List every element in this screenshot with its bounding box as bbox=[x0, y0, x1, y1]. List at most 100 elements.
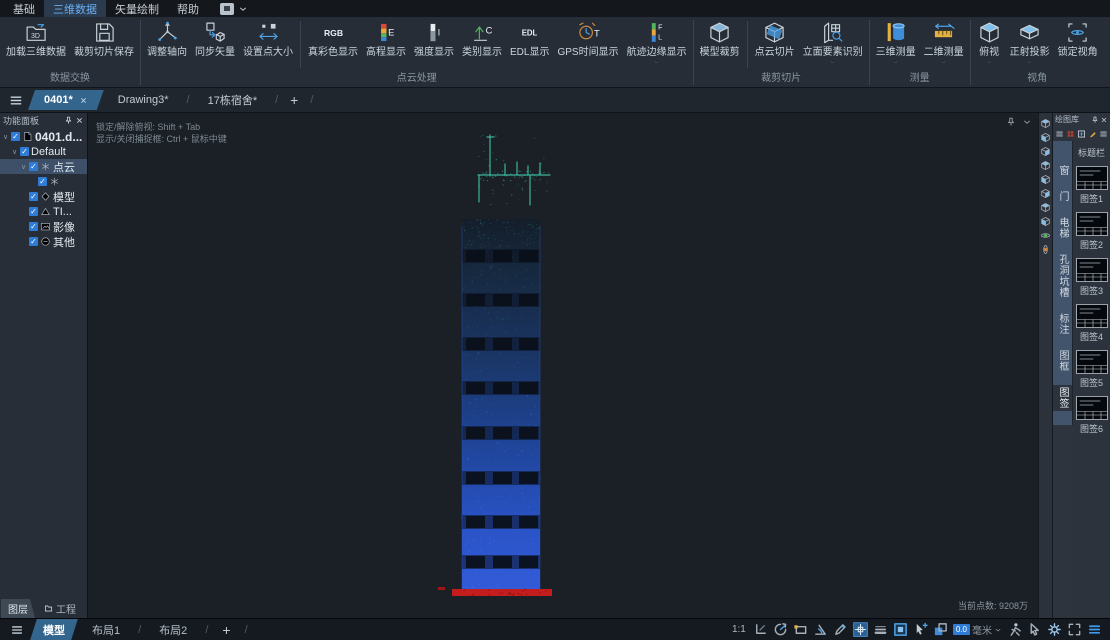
object-snap-toggle[interactable] bbox=[793, 622, 808, 637]
tree-expand-icon[interactable]: ∨ bbox=[11, 148, 18, 156]
new-tab-button[interactable]: + bbox=[284, 92, 304, 108]
units-selector[interactable]: 0.0毫米 bbox=[953, 622, 1002, 637]
chevron-down-icon[interactable] bbox=[238, 4, 248, 14]
rgb-button[interactable]: RGB真彩色显示 bbox=[304, 17, 362, 72]
list-icon[interactable] bbox=[1099, 129, 1108, 139]
block-red-icon[interactable] bbox=[1066, 129, 1075, 139]
cube-right-view-icon[interactable] bbox=[1040, 146, 1051, 157]
elevation-button[interactable]: E高程显示 bbox=[362, 17, 410, 72]
facade-detect-button[interactable]: 立面要素识别 bbox=[799, 17, 867, 72]
checkbox[interactable]: ✓ bbox=[29, 237, 38, 246]
document-tab-0[interactable]: 0401* bbox=[28, 90, 104, 110]
category-3[interactable]: 孔洞坑槽 bbox=[1053, 252, 1072, 300]
category-1[interactable]: 门 bbox=[1053, 189, 1072, 204]
layout-tab-1[interactable]: 布局1 bbox=[82, 620, 130, 640]
panel-tab-0[interactable]: 图层 bbox=[1, 599, 35, 618]
tree-row[interactable]: ✓TI... bbox=[0, 204, 87, 219]
viewport-pin-icon[interactable] bbox=[1006, 117, 1016, 127]
tree-row[interactable]: ✓模型 bbox=[0, 189, 87, 204]
viewport-box-toggle[interactable] bbox=[893, 622, 908, 637]
panel-tab-1[interactable]: 工程 bbox=[37, 599, 83, 618]
chevron-down-icon[interactable] bbox=[1022, 117, 1032, 127]
cube-bottom-view-icon[interactable] bbox=[1040, 188, 1051, 199]
menu-item-2[interactable]: 矢量绘制 bbox=[106, 0, 168, 17]
hamburger-icon[interactable] bbox=[6, 93, 26, 108]
close-icon[interactable] bbox=[79, 96, 88, 105]
menu-item-3[interactable]: 帮助 bbox=[168, 0, 208, 17]
settings-toggle[interactable] bbox=[1047, 622, 1062, 637]
add-block-icon[interactable] bbox=[1077, 129, 1086, 139]
runner-toggle[interactable] bbox=[1007, 622, 1022, 637]
block-thumbnail[interactable] bbox=[1076, 212, 1108, 236]
block-thumbnail[interactable] bbox=[1076, 258, 1108, 282]
checkbox[interactable]: ✓ bbox=[11, 132, 20, 141]
cube-se-iso-view-icon[interactable] bbox=[1040, 216, 1051, 227]
select-cursor-toggle[interactable] bbox=[1027, 622, 1042, 637]
track-edge-button[interactable]: FL航迹边缘显示 bbox=[623, 17, 691, 72]
angle-snap-toggle[interactable] bbox=[813, 622, 828, 637]
layout-tab-0[interactable]: 模型 bbox=[30, 619, 78, 640]
new-layout-button[interactable]: + bbox=[216, 622, 236, 638]
category-2[interactable]: 电梯 bbox=[1053, 215, 1072, 241]
document-tab-2[interactable]: 17栋宿舍* bbox=[196, 90, 270, 110]
tree-row[interactable]: ✓ bbox=[0, 174, 87, 189]
cube-top-view-icon[interactable] bbox=[1040, 118, 1051, 129]
lock-view-button[interactable]: 锁定视角 bbox=[1054, 17, 1102, 72]
checkbox[interactable]: ✓ bbox=[29, 192, 38, 201]
block-thumbnail[interactable] bbox=[1076, 166, 1108, 190]
category-5[interactable]: 图框 bbox=[1053, 348, 1072, 374]
checkbox[interactable]: ✓ bbox=[29, 162, 38, 171]
cube-sw-iso-view-icon[interactable] bbox=[1040, 202, 1051, 213]
block-thumbnail[interactable] bbox=[1076, 396, 1108, 420]
tree-row[interactable]: ✓其他 bbox=[0, 234, 87, 249]
tree-row[interactable]: ∨✓Default bbox=[0, 144, 87, 159]
polar-tracking-toggle[interactable] bbox=[773, 622, 788, 637]
cube-left-view-icon[interactable] bbox=[1040, 132, 1051, 143]
tree-row[interactable]: ∨✓0401.d... bbox=[0, 129, 87, 144]
edl-button[interactable]: EDLEDL显示 bbox=[506, 17, 553, 72]
menu-icon[interactable] bbox=[1055, 129, 1064, 139]
save-clip-button[interactable]: 裁剪切片保存 bbox=[70, 17, 138, 72]
classify-button[interactable]: C类别显示 bbox=[458, 17, 506, 72]
block-thumbnail[interactable] bbox=[1076, 304, 1108, 328]
pin-icon[interactable] bbox=[1091, 116, 1099, 124]
document-tab-1[interactable]: Drawing3* bbox=[106, 92, 181, 108]
tree-expand-icon[interactable]: ∨ bbox=[2, 133, 9, 141]
model-clip-button[interactable]: 模型裁剪 bbox=[696, 17, 744, 72]
fullscreen-toggle[interactable] bbox=[1067, 622, 1082, 637]
free-orbit-icon[interactable] bbox=[1040, 244, 1051, 255]
checkbox[interactable]: ✓ bbox=[38, 177, 47, 186]
layers-toggle[interactable] bbox=[933, 622, 948, 637]
ortho-projection-button[interactable]: 正射投影 bbox=[1006, 17, 1054, 72]
layout-tab-2[interactable]: 布局2 bbox=[149, 620, 197, 640]
cube-back-view-icon[interactable] bbox=[1040, 174, 1051, 185]
ortho-toggle[interactable] bbox=[753, 622, 768, 637]
intensity-button[interactable]: I强度显示 bbox=[410, 17, 458, 72]
menu-item-1[interactable]: 三维数据 bbox=[44, 0, 106, 17]
cloud-slice-button[interactable]: 点云切片 bbox=[751, 17, 799, 72]
menu-blue-toggle[interactable] bbox=[1087, 622, 1102, 637]
orbit-icon[interactable] bbox=[1040, 230, 1051, 241]
close-icon[interactable] bbox=[1100, 116, 1108, 124]
load-3d-data-button[interactable]: 3D加载三维数据 bbox=[2, 17, 70, 72]
hamburger-icon[interactable] bbox=[8, 623, 26, 637]
brush-icon[interactable] bbox=[1088, 129, 1097, 139]
gps-time-button[interactable]: TGPS时间显示 bbox=[553, 17, 622, 72]
measure-3d-button[interactable]: 三维测量 bbox=[872, 17, 920, 72]
tree-expand-icon[interactable]: ∨ bbox=[20, 163, 27, 171]
viewport[interactable]: 锁定/解除俯视: Shift + Tab 显示/关闭捕捉框: Ctrl + 鼠标… bbox=[88, 113, 1038, 618]
measure-2d-button[interactable]: 二维测量 bbox=[920, 17, 968, 72]
menu-item-0[interactable]: 基础 bbox=[4, 0, 44, 17]
category-4[interactable]: 标注 bbox=[1053, 311, 1072, 337]
cursor-add-toggle[interactable] bbox=[913, 622, 928, 637]
adjust-axis-button[interactable]: 调整轴向 bbox=[143, 17, 191, 72]
block-thumbnail[interactable] bbox=[1076, 350, 1108, 374]
lineweight-toggle[interactable] bbox=[873, 622, 888, 637]
crosshair-toggle[interactable] bbox=[853, 622, 868, 637]
close-icon[interactable] bbox=[75, 116, 84, 125]
pin-icon[interactable] bbox=[64, 116, 73, 125]
category-6[interactable]: 图签 bbox=[1053, 385, 1072, 411]
top-view-button[interactable]: 俯视 bbox=[973, 17, 1006, 72]
quick-access-button[interactable] bbox=[220, 3, 234, 15]
point-size-button[interactable]: 设置点大小 bbox=[239, 17, 297, 72]
